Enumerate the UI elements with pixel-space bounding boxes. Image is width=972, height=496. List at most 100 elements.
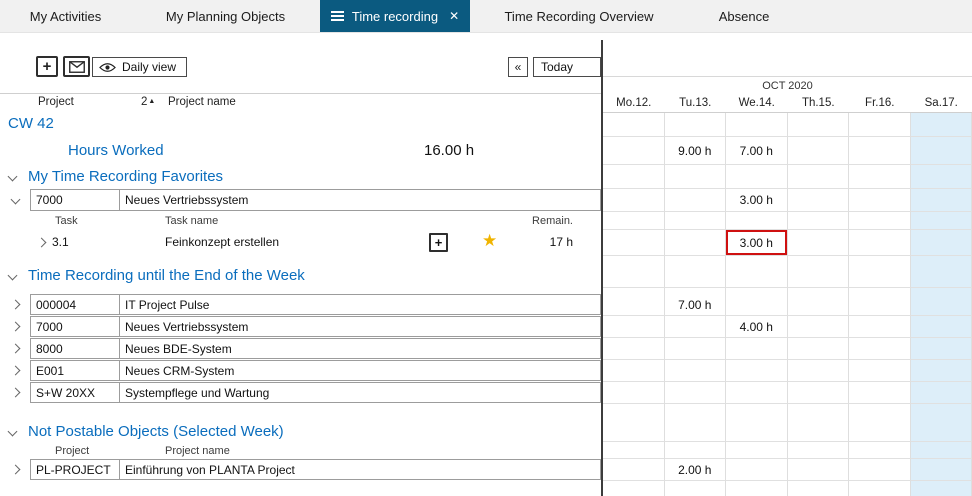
day-cell[interactable]: 4.00 h	[726, 316, 788, 338]
day-cell[interactable]	[849, 316, 911, 338]
day-cell[interactable]	[911, 382, 972, 404]
day-cell-highlighted[interactable]: 3.00 h	[726, 230, 788, 256]
day-cell[interactable]	[603, 338, 665, 360]
day-cell[interactable]	[788, 338, 850, 360]
day-cell[interactable]	[603, 360, 665, 382]
day-cell	[603, 264, 665, 288]
day-cell[interactable]	[603, 382, 665, 404]
day-cell[interactable]	[788, 360, 850, 382]
day-cell[interactable]	[788, 189, 850, 212]
day-cell	[788, 264, 850, 288]
tab-time-recording[interactable]: Time recording	[320, 0, 470, 32]
day-cell[interactable]	[788, 459, 850, 481]
day-cell[interactable]	[849, 360, 911, 382]
day-cell[interactable]	[726, 360, 788, 382]
day-cell[interactable]: 2.00 h	[665, 459, 727, 481]
day-cell[interactable]	[788, 382, 850, 404]
project-id-cell[interactable]: E001	[30, 360, 120, 381]
tab-my-planning-objects[interactable]: My Planning Objects	[131, 0, 320, 32]
day-cell[interactable]	[788, 294, 850, 316]
day-cell[interactable]	[665, 360, 727, 382]
day-cell[interactable]: 7.00 h	[665, 294, 727, 316]
day-cell[interactable]	[726, 382, 788, 404]
day-cell[interactable]	[849, 294, 911, 316]
day-cell[interactable]	[726, 294, 788, 316]
chevron-down-icon[interactable]	[11, 195, 21, 205]
close-tab-icon[interactable]	[449, 9, 459, 23]
chevron-down-icon[interactable]	[8, 427, 18, 437]
day-cell	[726, 481, 788, 496]
not-postable-section-title: Not Postable Objects (Selected Week)	[28, 423, 284, 440]
today-select[interactable]: Today	[533, 57, 601, 77]
tab-bar: My Activities My Planning Objects Time r…	[0, 0, 972, 33]
day-cell[interactable]	[911, 338, 972, 360]
day-cell[interactable]	[911, 360, 972, 382]
chevron-down-icon[interactable]	[8, 172, 18, 182]
project-id-cell[interactable]: 000004	[30, 294, 120, 315]
project-name-cell[interactable]: Einführung von PLANTA Project	[119, 459, 601, 480]
previous-week-button[interactable]: «	[508, 57, 528, 77]
day-cell[interactable]	[603, 230, 665, 256]
add-booking-button[interactable]	[429, 233, 448, 252]
day-cell[interactable]	[849, 230, 911, 256]
day-cell[interactable]	[849, 382, 911, 404]
project-id-cell[interactable]: S+W 20XX	[30, 382, 120, 403]
day-cell[interactable]	[911, 316, 972, 338]
project-id-cell[interactable]: 7000	[30, 316, 120, 337]
prev-label: «	[515, 60, 522, 74]
day-cell[interactable]	[665, 316, 727, 338]
chevron-right-icon[interactable]	[37, 238, 47, 248]
tab-my-activities[interactable]: My Activities	[0, 0, 131, 32]
project-name-cell[interactable]: IT Project Pulse	[119, 294, 601, 315]
pane-divider[interactable]	[601, 40, 603, 496]
chevron-right-icon[interactable]	[11, 366, 21, 376]
project-name-cell[interactable]: Neues Vertriebssystem	[119, 189, 601, 211]
day-cell[interactable]	[665, 230, 727, 256]
day-cell[interactable]	[849, 338, 911, 360]
day-cell	[726, 264, 788, 288]
project-id-cell[interactable]: PL-PROJECT	[30, 459, 120, 480]
project-row: S+W 20XX Systempflege und Wartung	[0, 382, 972, 404]
day-cell[interactable]: 3.00 h	[726, 189, 788, 212]
chevron-right-icon[interactable]	[11, 465, 21, 475]
tab-label: Absence	[719, 9, 770, 24]
day-cell[interactable]	[911, 294, 972, 316]
project-name-cell[interactable]: Systempflege und Wartung	[119, 382, 601, 403]
project-name-cell[interactable]: Neues Vertriebssystem	[119, 316, 601, 337]
day-cell[interactable]	[788, 230, 850, 256]
day-cell[interactable]	[849, 459, 911, 481]
day-cell[interactable]	[665, 338, 727, 360]
chevron-right-icon[interactable]	[11, 300, 21, 310]
day-cell	[911, 481, 972, 496]
day-cell[interactable]	[788, 316, 850, 338]
day-cell[interactable]	[603, 459, 665, 481]
view-mode-select[interactable]: Daily view	[92, 57, 187, 77]
chevron-right-icon[interactable]	[11, 388, 21, 398]
day-cell[interactable]	[603, 189, 665, 212]
chevron-down-icon[interactable]	[8, 271, 18, 281]
remaining-column-header: Remain.	[532, 215, 573, 227]
mail-button[interactable]	[63, 56, 90, 77]
day-cell[interactable]	[911, 230, 972, 256]
project-name-cell[interactable]: Neues CRM-System	[119, 360, 601, 381]
day-cell[interactable]	[726, 459, 788, 481]
project-name-cell[interactable]: Neues BDE-System	[119, 338, 601, 359]
day-cell[interactable]	[849, 189, 911, 212]
day-cell[interactable]	[665, 189, 727, 212]
tab-time-recording-overview[interactable]: Time Recording Overview	[470, 0, 688, 32]
tab-absence[interactable]: Absence	[688, 0, 800, 32]
project-id-cell[interactable]: 7000	[30, 189, 120, 211]
day-cell[interactable]	[665, 382, 727, 404]
star-icon[interactable]	[482, 231, 497, 251]
day-cell[interactable]	[603, 294, 665, 316]
project-id-cell[interactable]: 8000	[30, 338, 120, 359]
day-cell[interactable]	[911, 459, 972, 481]
chevron-right-icon[interactable]	[11, 344, 21, 354]
day-cell[interactable]	[726, 338, 788, 360]
sort-indicator[interactable]: 2	[141, 96, 155, 108]
chevron-right-icon[interactable]	[11, 322, 21, 332]
day-cell[interactable]	[603, 316, 665, 338]
add-button[interactable]	[36, 56, 58, 77]
hamburger-icon[interactable]	[331, 11, 344, 21]
day-cell[interactable]	[911, 189, 972, 212]
